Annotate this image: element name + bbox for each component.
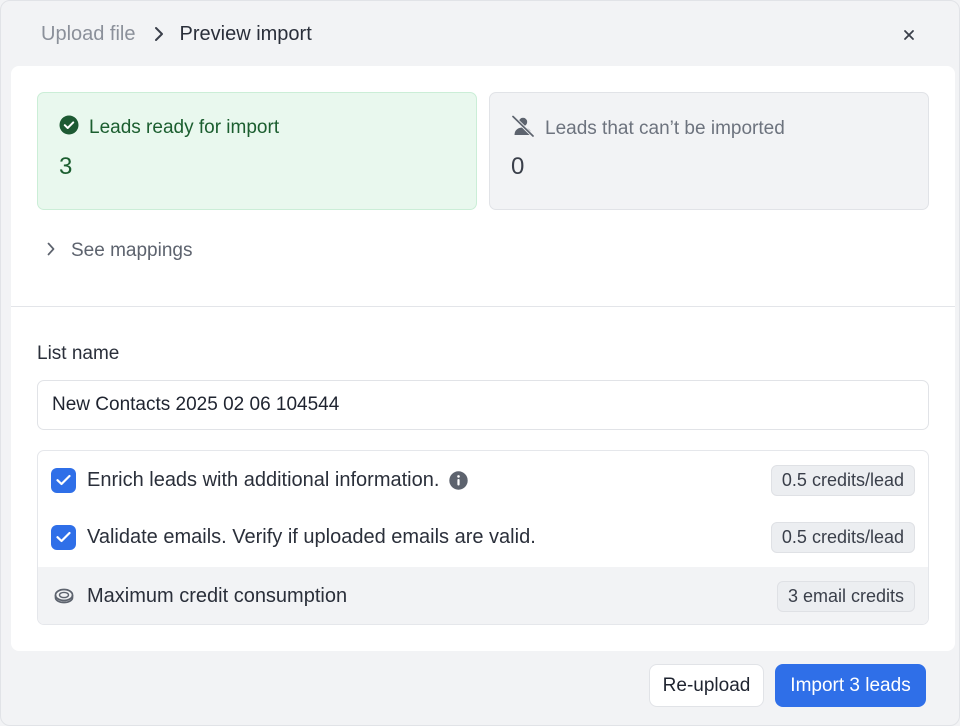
validate-credits-badge: 0.5 credits/lead bbox=[770, 522, 915, 553]
see-mappings-label: See mappings bbox=[71, 240, 193, 261]
max-credit-row: Maximum credit consumption 3 email credi… bbox=[38, 567, 928, 624]
list-name-input[interactable]: New Contacts 2025 02 06 104544 bbox=[37, 380, 929, 430]
chevron-right-icon bbox=[47, 240, 55, 262]
user-off-icon bbox=[511, 115, 535, 143]
info-icon[interactable] bbox=[449, 470, 469, 490]
breadcrumb-upload-file[interactable]: Upload file bbox=[41, 23, 136, 46]
see-mappings-toggle[interactable]: See mappings bbox=[47, 240, 192, 262]
leads-ready-card: Leads ready for import 3 bbox=[37, 92, 477, 210]
re-upload-button[interactable]: Re-upload bbox=[649, 664, 764, 707]
chevron-right-icon bbox=[154, 26, 164, 42]
content-panel: Leads ready for import 3 Leads that can’… bbox=[11, 66, 955, 651]
enrich-credits-badge: 0.5 credits/lead bbox=[770, 465, 915, 496]
enrich-checkbox[interactable] bbox=[51, 467, 76, 493]
close-icon bbox=[904, 30, 914, 40]
leads-failed-label: Leads that can’t be imported bbox=[545, 118, 785, 139]
close-button[interactable] bbox=[899, 25, 919, 45]
list-name-label: List name bbox=[37, 343, 120, 364]
validate-checkbox[interactable] bbox=[51, 524, 76, 550]
checkmark-icon bbox=[56, 474, 71, 486]
modal-header: Upload file Preview import bbox=[1, 1, 959, 67]
check-circle-icon bbox=[59, 115, 79, 141]
leads-failed-card: Leads that can’t be imported 0 bbox=[489, 92, 929, 210]
validate-label: Validate emails. Verify if uploaded emai… bbox=[87, 525, 536, 548]
max-credit-label: Maximum credit consumption bbox=[87, 584, 348, 607]
leads-ready-label: Leads ready for import bbox=[89, 117, 280, 138]
enrich-option-row: Enrich leads with additional information… bbox=[38, 451, 928, 509]
validate-option-row: Validate emails. Verify if uploaded emai… bbox=[38, 508, 928, 566]
leads-ready-count: 3 bbox=[59, 153, 73, 180]
section-divider bbox=[11, 306, 955, 307]
import-options: Enrich leads with additional information… bbox=[37, 450, 929, 625]
coins-icon bbox=[51, 588, 76, 604]
enrich-label: Enrich leads with additional information… bbox=[87, 468, 440, 491]
import-preview-modal: Upload file Preview import Leads ready f… bbox=[0, 0, 960, 726]
breadcrumb-preview-import: Preview import bbox=[179, 22, 312, 45]
leads-failed-count: 0 bbox=[511, 153, 525, 180]
import-leads-button[interactable]: Import 3 leads bbox=[775, 664, 926, 707]
checkmark-icon bbox=[56, 531, 71, 543]
max-credit-badge: 3 email credits bbox=[776, 581, 915, 612]
